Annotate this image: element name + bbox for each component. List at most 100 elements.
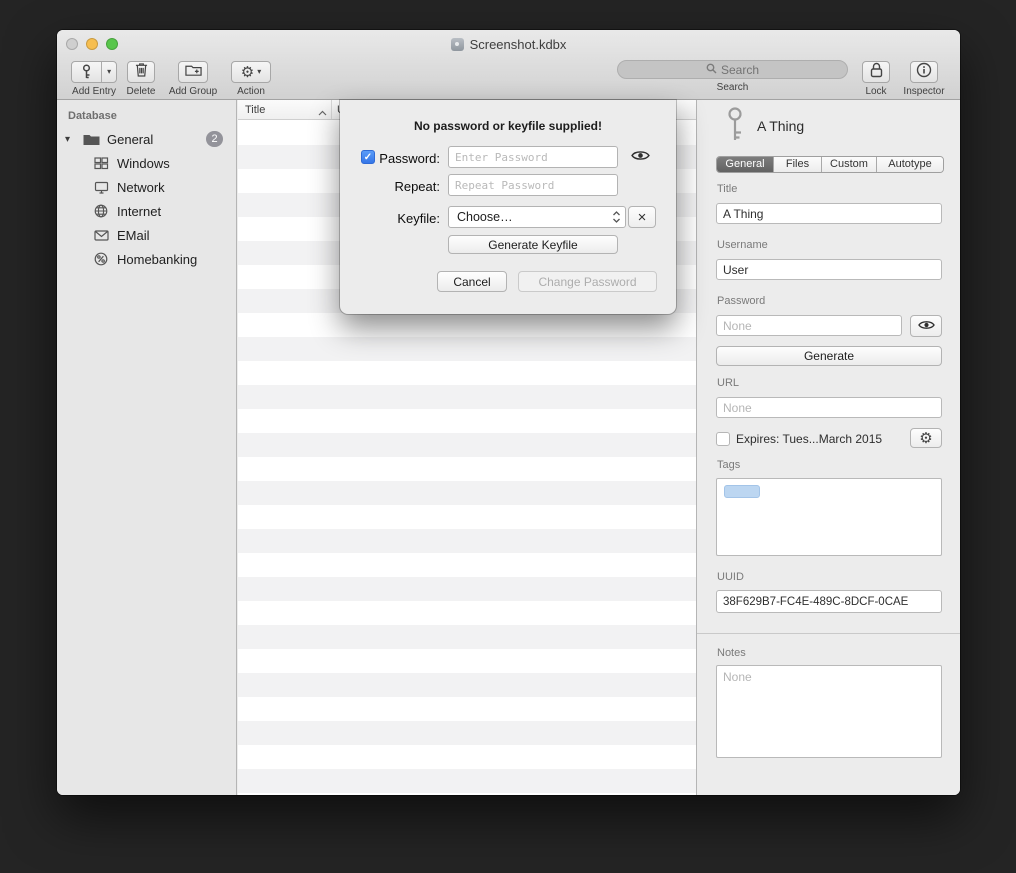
inspector-toolbar-item: Inspector — [895, 61, 953, 97]
delete-label: Delete — [127, 86, 156, 97]
entry-count-badge: 2 — [206, 131, 223, 147]
sidebar-item-internet[interactable]: Internet — [57, 199, 236, 223]
info-circle-icon — [916, 62, 932, 83]
expires-settings-button[interactable]: ⚙ — [910, 428, 942, 448]
cancel-button[interactable]: Cancel — [437, 271, 507, 292]
tab-general[interactable]: General — [717, 157, 773, 172]
globe-icon — [91, 204, 111, 218]
password-field-label: Password — [717, 295, 765, 307]
sidebar-item-label: Network — [117, 180, 165, 195]
eye-icon — [631, 149, 650, 165]
inspector-divider — [697, 633, 960, 634]
repeat-password-input[interactable] — [448, 174, 618, 196]
tab-custom[interactable]: Custom — [821, 157, 876, 172]
add-group-toolbar-item: Add Group — [163, 61, 223, 97]
window-chrome: Screenshot.kdbx ▾ Add Entry — [57, 30, 960, 100]
add-entry-button[interactable]: ▾ — [71, 61, 117, 83]
delete-button[interactable] — [127, 61, 155, 83]
sidebar-item-network[interactable]: Network — [57, 175, 236, 199]
gear-icon: ⚙ — [241, 65, 254, 80]
add-group-label: Add Group — [169, 86, 217, 97]
sidebar: Database ▾ General 2 Windows — [57, 100, 237, 795]
title-input[interactable] — [716, 203, 942, 224]
search-icon — [706, 63, 717, 77]
window-title: Screenshot.kdbx — [470, 37, 567, 52]
tab-autotype[interactable]: Autotype — [876, 157, 943, 172]
sidebar-item-general[interactable]: ▾ General 2 — [57, 127, 236, 151]
notes-textarea[interactable] — [716, 665, 942, 758]
generate-password-button[interactable]: Generate — [716, 346, 942, 366]
key-plus-icon — [72, 62, 101, 82]
sidebar-item-homebanking[interactable]: Homebanking — [57, 247, 236, 271]
uuid-field-label: UUID — [717, 571, 744, 583]
lock-label: Lock — [865, 86, 886, 97]
search-label: Search — [717, 82, 749, 93]
username-input[interactable] — [716, 259, 942, 280]
notes-field-label: Notes — [717, 647, 746, 659]
stepper-chevrons-icon — [612, 210, 621, 224]
change-password-button[interactable]: Change Password — [518, 271, 657, 292]
reveal-password-button[interactable] — [626, 146, 654, 168]
column-header-title[interactable]: Title — [245, 104, 265, 116]
password-checkbox[interactable]: ✓ — [361, 150, 375, 164]
sidebar-section-header: Database — [68, 110, 117, 122]
eye-icon — [918, 319, 935, 334]
action-button[interactable]: ⚙ ▾ — [231, 61, 271, 83]
sidebar-item-label: General — [107, 132, 153, 147]
expires-row: Expires: Tues...March 2015 — [716, 430, 941, 448]
check-icon: ✓ — [364, 152, 372, 163]
app-window: Screenshot.kdbx ▾ Add Entry — [57, 30, 960, 795]
uuid-input[interactable] — [716, 590, 942, 613]
tags-token-field[interactable] — [716, 478, 942, 556]
sidebar-item-label: EMail — [117, 228, 150, 243]
folder-icon — [81, 133, 101, 146]
password-input[interactable] — [448, 146, 618, 168]
sheet-message: No password or keyfile supplied! — [340, 119, 676, 133]
url-input[interactable] — [716, 397, 942, 418]
username-field-label: Username — [717, 239, 768, 251]
keyfile-popup-button[interactable]: Choose… — [448, 206, 626, 228]
envelope-icon — [91, 230, 111, 241]
search-input[interactable]: Search — [617, 60, 848, 79]
disclosure-triangle-icon[interactable]: ▾ — [65, 134, 75, 145]
window-titlebar: Screenshot.kdbx — [57, 30, 960, 58]
keyfile-selected-value: Choose… — [457, 210, 612, 224]
sidebar-item-email[interactable]: EMail — [57, 223, 236, 247]
trash-icon — [135, 62, 148, 82]
inspector-tabs: General Files Custom Autotype — [716, 156, 944, 173]
keyfile-field-label: Keyfile: — [378, 211, 440, 226]
close-icon: × — [638, 210, 647, 225]
column-divider[interactable] — [331, 100, 332, 119]
network-icon — [91, 181, 111, 194]
expires-checkbox[interactable] — [716, 432, 730, 446]
clear-keyfile-button[interactable]: × — [628, 206, 656, 228]
reveal-password-button[interactable] — [910, 315, 942, 337]
add-entry-toolbar-item: ▾ Add Entry — [67, 61, 121, 97]
sort-ascending-icon — [318, 107, 327, 119]
action-toolbar-item: ⚙ ▾ Action — [227, 61, 275, 97]
url-field-label: URL — [717, 377, 739, 389]
inspector-toggle-button[interactable] — [910, 61, 938, 83]
inspector-label: Inspector — [903, 86, 944, 97]
sidebar-item-windows[interactable]: Windows — [57, 151, 236, 175]
windows-icon — [91, 157, 111, 170]
add-entry-dropdown-button[interactable]: ▾ — [101, 62, 116, 82]
toolbar: ▾ Add Entry Delete — [57, 58, 960, 100]
add-group-button[interactable] — [178, 61, 208, 83]
lock-button[interactable] — [862, 61, 890, 83]
title-field-label: Title — [717, 183, 737, 195]
sidebar-item-label: Homebanking — [117, 252, 197, 267]
tag-chip[interactable] — [724, 485, 760, 498]
chevron-down-icon: ▾ — [107, 68, 111, 76]
tab-files[interactable]: Files — [773, 157, 821, 172]
action-label: Action — [237, 86, 265, 97]
change-password-sheet: No password or keyfile supplied! ✓ Passw… — [340, 100, 676, 314]
entry-title-heading: A Thing — [757, 118, 804, 134]
tags-field-label: Tags — [717, 459, 740, 471]
generate-keyfile-button[interactable]: Generate Keyfile — [448, 235, 618, 254]
document-icon — [451, 38, 464, 51]
password-input[interactable] — [716, 315, 902, 336]
percent-coin-icon — [91, 252, 111, 266]
padlock-icon — [870, 62, 883, 83]
inspector-panel: A Thing General Files Custom Autotype Ti… — [696, 100, 960, 795]
